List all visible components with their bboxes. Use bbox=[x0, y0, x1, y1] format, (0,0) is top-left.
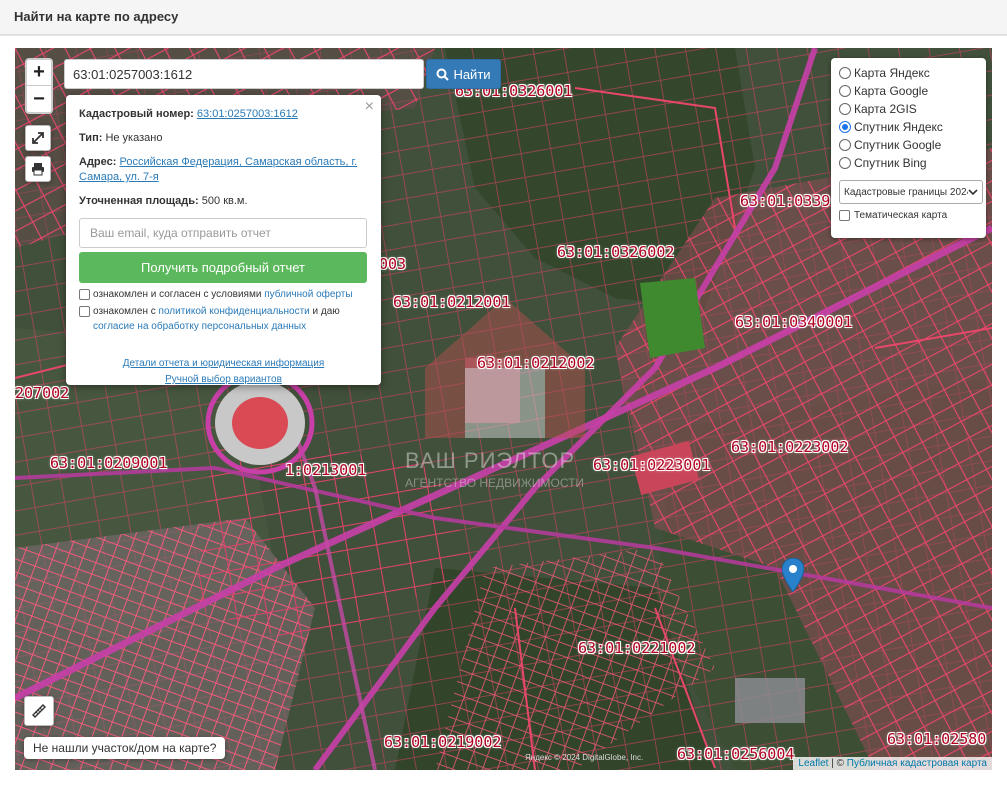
layer-option-yandex-satellite[interactable]: Спутник Яндекс bbox=[839, 118, 978, 136]
cad-number-link[interactable]: 63:01:0257003:1612 bbox=[197, 108, 298, 120]
fullscreen-button[interactable] bbox=[25, 125, 51, 151]
address-label: Адрес: bbox=[79, 156, 117, 168]
cadastral-label: 63:01:02580 bbox=[887, 730, 987, 748]
get-report-button[interactable]: Получить подробный отчет bbox=[79, 252, 367, 283]
privacy-consent: ознакомлен с политикой конфиденциальност… bbox=[79, 304, 368, 334]
cadastral-label: 63:01:0212002 bbox=[477, 354, 595, 372]
map-attribution: Leaflet | © Публичная кадастровая карта bbox=[793, 757, 992, 770]
popup-links: Детали отчета и юридическая информация Р… bbox=[79, 356, 368, 388]
overlay-select[interactable]: Кадастровые границы 2024 bbox=[839, 180, 983, 204]
search-button[interactable]: Найти bbox=[426, 59, 501, 89]
data-processing-link[interactable]: согласие на обработку персональных данны… bbox=[93, 321, 306, 332]
watermark-subtitle: АГЕНТСТВО НЕДВИЖИМОСТИ bbox=[405, 476, 585, 490]
type-label: Тип: bbox=[79, 132, 103, 144]
agency-watermark: ВАШ РИЭЛТОР АГЕНТСТВО НЕДВИЖИМОСТИ bbox=[405, 288, 605, 490]
cad-number-label: Кадастровый номер: bbox=[79, 108, 194, 120]
panel-header: Найти на карте по адресу bbox=[0, 0, 1007, 35]
cadastral-label: 003 bbox=[379, 255, 407, 273]
thematic-label: Тематическая карта bbox=[854, 210, 948, 221]
cadastral-map[interactable]: ВАШ РИЭЛТОР АГЕНТСТВО НЕДВИЖИМОСТИ 63:01… bbox=[15, 48, 992, 770]
print-button[interactable] bbox=[25, 156, 51, 182]
cadastral-label: 63:01:0212001 bbox=[393, 293, 511, 311]
chevron-down-icon bbox=[968, 189, 978, 196]
cadastral-search-input[interactable] bbox=[64, 59, 424, 89]
search-icon bbox=[436, 68, 450, 81]
radio-icon bbox=[839, 139, 851, 151]
privacy-consent-and: и даю bbox=[312, 306, 340, 317]
cadastral-label: 63:01:0219002 bbox=[384, 733, 502, 751]
cadastral-label: 63:01:0223002 bbox=[731, 438, 849, 456]
layer-option-yandex-map[interactable]: Карта Яндекс bbox=[839, 64, 978, 82]
printer-icon bbox=[32, 163, 44, 176]
cadastral-label: 63:01:0326002 bbox=[557, 243, 675, 261]
cad-number-row: Кадастровый номер: 63:01:0257003:1612 bbox=[79, 107, 368, 122]
type-value: Не указано bbox=[105, 132, 163, 144]
area-label: Уточненная площадь: bbox=[79, 195, 199, 207]
expand-icon bbox=[32, 132, 44, 144]
layer-option-bing-satellite[interactable]: Спутник Bing bbox=[839, 154, 978, 172]
close-popup-button[interactable]: × bbox=[365, 98, 374, 116]
cadastral-label: 63:01:0340001 bbox=[735, 313, 853, 331]
offer-consent-text: ознакомлен и согласен с условиями bbox=[93, 289, 262, 300]
radio-icon bbox=[839, 85, 851, 97]
privacy-checkbox[interactable] bbox=[79, 306, 90, 317]
report-details-link[interactable]: Детали отчета и юридическая информация bbox=[123, 358, 325, 369]
location-marker-icon[interactable] bbox=[782, 558, 804, 592]
leaflet-link[interactable]: Leaflet bbox=[798, 758, 828, 769]
area-row: Уточненная площадь: 500 кв.м. bbox=[79, 194, 368, 209]
cadastral-label: 63:01:0339 bbox=[740, 192, 831, 210]
address-row: Адрес: Российская Федерация, Самарская о… bbox=[79, 155, 368, 185]
area-value: 500 кв.м. bbox=[201, 195, 248, 207]
radio-icon bbox=[839, 67, 851, 79]
search-button-label: Найти bbox=[453, 66, 491, 82]
thematic-checkbox[interactable] bbox=[839, 210, 850, 221]
layer-option-google-satellite[interactable]: Спутник Google bbox=[839, 136, 978, 154]
cadastral-label: 63:01:0223001 bbox=[593, 456, 711, 474]
privacy-consent-text: ознакомлен с bbox=[93, 306, 156, 317]
manual-select-link[interactable]: Ручной выбор вариантов bbox=[165, 374, 282, 385]
offer-consent: ознакомлен и согласен с условиями публич… bbox=[79, 287, 368, 302]
address-link[interactable]: Российская Федерация, Самарская область,… bbox=[79, 156, 357, 183]
thematic-map-toggle[interactable]: Тематическая карта bbox=[839, 210, 978, 221]
layer-switcher: Карта Яндекс Карта Google Карта 2GIS Спу… bbox=[831, 58, 986, 238]
type-row: Тип: Не указано bbox=[79, 131, 368, 146]
layer-option-2gis-map[interactable]: Карта 2GIS bbox=[839, 100, 978, 118]
measure-button[interactable] bbox=[24, 696, 54, 726]
page-title: Найти на карте по адресу bbox=[14, 9, 179, 24]
ruler-icon bbox=[32, 704, 46, 718]
cadastral-label: 207002 bbox=[15, 384, 70, 402]
overlay-select-value: Кадастровые границы 2024 bbox=[844, 186, 968, 198]
watermark-title: ВАШ РИЭЛТОР bbox=[405, 448, 576, 473]
cadastral-label: 63:01:0221002 bbox=[578, 639, 696, 657]
radio-icon bbox=[839, 103, 851, 115]
cadastral-label: 63:01:0256004 bbox=[677, 745, 795, 763]
offer-checkbox[interactable] bbox=[79, 289, 90, 300]
zoom-out-button[interactable]: − bbox=[27, 86, 51, 112]
parcel-info-popup: × Кадастровый номер: 63:01:0257003:1612 … bbox=[66, 95, 381, 385]
radio-icon bbox=[839, 157, 851, 169]
pkk-link[interactable]: Публичная кадастровая карта bbox=[847, 758, 987, 769]
not-found-button[interactable]: Не нашли участок/дом на карте? bbox=[24, 737, 226, 759]
privacy-policy-link[interactable]: политикой конфиденциальности bbox=[159, 306, 310, 317]
email-input[interactable]: Ваш email, куда отправить отчет bbox=[79, 218, 367, 248]
cadastral-label: 63:01:0209001 bbox=[50, 454, 168, 472]
layer-option-google-map[interactable]: Карта Google bbox=[839, 82, 978, 100]
cadastral-label: 1:0213001 bbox=[285, 461, 367, 479]
imagery-credit: Яндекс © 2024 DigitalGlobe, Inc. bbox=[525, 753, 644, 762]
offer-link[interactable]: публичной оферты bbox=[264, 289, 352, 300]
zoom-control: + − bbox=[25, 58, 53, 114]
zoom-in-button[interactable]: + bbox=[27, 60, 51, 86]
radio-selected-icon bbox=[839, 121, 851, 133]
